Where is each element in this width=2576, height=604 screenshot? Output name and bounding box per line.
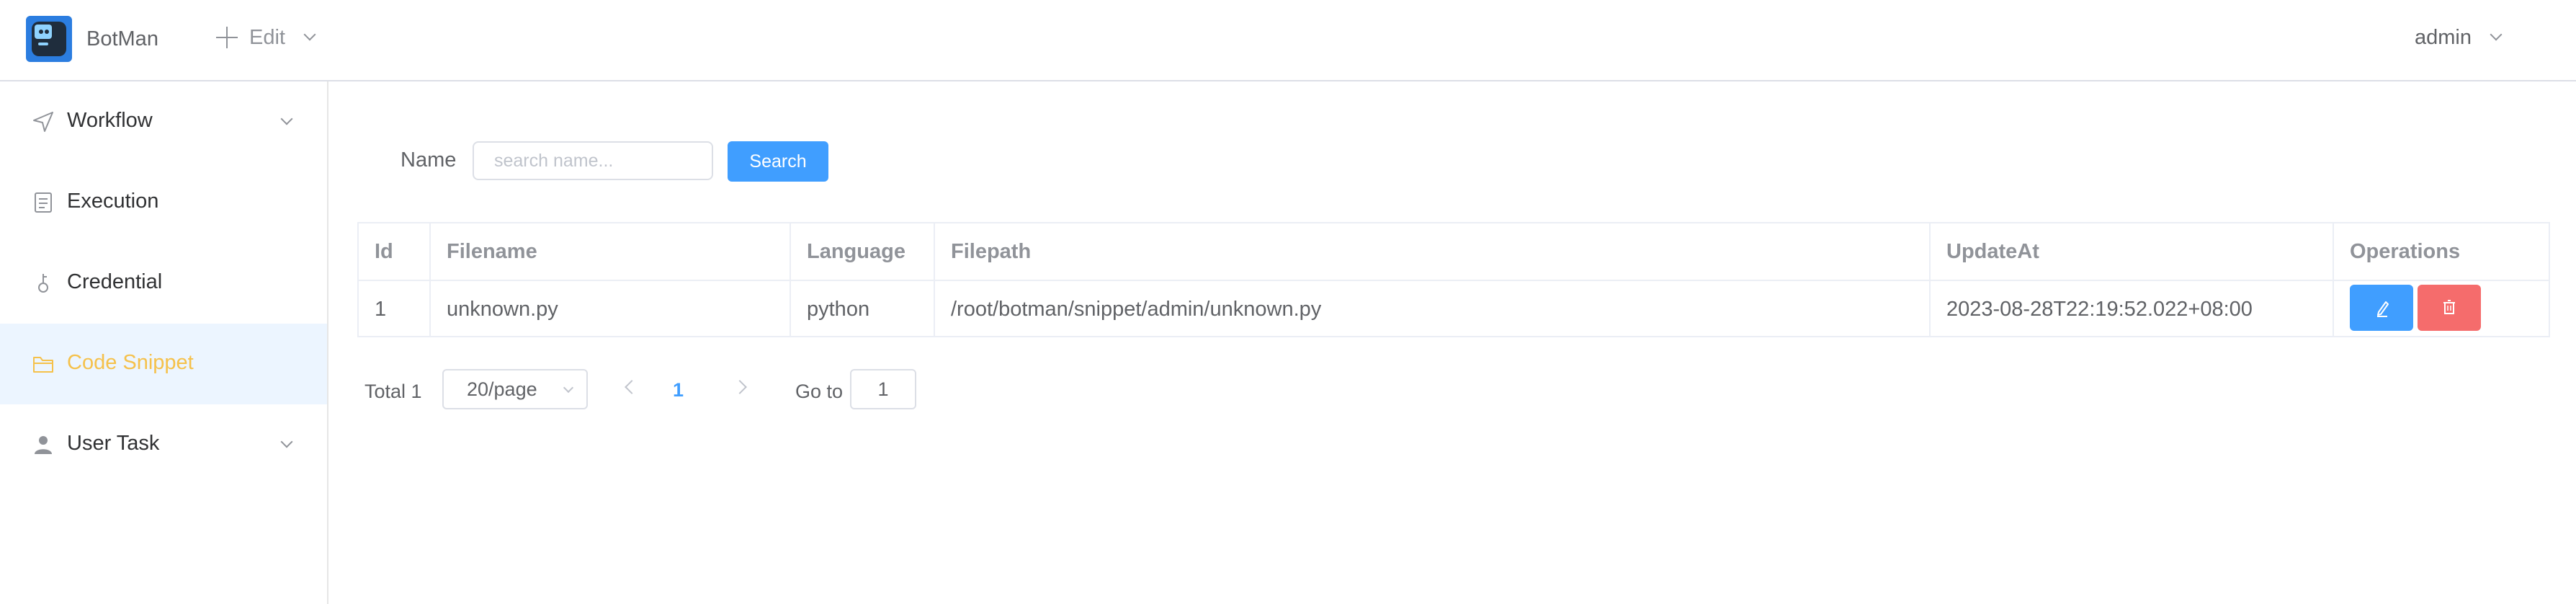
cell-filepath: /root/botman/snippet/admin/unknown.py bbox=[935, 281, 1931, 337]
username: admin bbox=[2415, 25, 2472, 49]
edit-button[interactable] bbox=[2350, 285, 2413, 331]
column-header-filepath: Filepath bbox=[935, 223, 1931, 280]
sidebar-item-label: Credential bbox=[67, 270, 163, 293]
user-menu[interactable]: admin bbox=[2415, 22, 2503, 53]
next-page-button[interactable] bbox=[733, 380, 747, 394]
plus-icon bbox=[216, 27, 238, 48]
chevron-down-icon bbox=[280, 435, 293, 448]
send-icon bbox=[33, 112, 53, 132]
sidebar-item-code-snippet[interactable]: Code Snippet bbox=[0, 324, 327, 404]
folder-icon bbox=[33, 357, 53, 373]
table-header-row: Id Filename Language Filepath UpdateAt O… bbox=[359, 223, 2549, 281]
cell-language: python bbox=[791, 281, 935, 337]
document-icon bbox=[35, 192, 52, 213]
page-size-value: 20/page bbox=[467, 378, 537, 400]
sidebar-item-workflow[interactable]: Workflow bbox=[0, 81, 327, 162]
column-header-language: Language bbox=[791, 223, 935, 280]
goto-page-input[interactable] bbox=[850, 369, 916, 409]
edit-menu[interactable]: Edit bbox=[216, 22, 316, 53]
chevron-down-icon bbox=[280, 112, 293, 125]
robot-logo-icon[interactable] bbox=[26, 16, 72, 62]
table-row: 1 unknown.py python /root/botman/snippet… bbox=[359, 281, 2549, 339]
sidebar-item-label: Code Snippet bbox=[67, 351, 194, 374]
cell-id: 1 bbox=[359, 281, 431, 337]
sidebar-item-label: Execution bbox=[67, 190, 159, 213]
sidebar-item-execution[interactable]: Execution bbox=[0, 162, 327, 243]
chevron-down-icon bbox=[2490, 28, 2503, 41]
snippet-table: Id Filename Language Filepath UpdateAt O… bbox=[357, 222, 2550, 337]
user-icon bbox=[35, 436, 52, 454]
trash-icon bbox=[2443, 300, 2455, 314]
key-icon bbox=[38, 274, 48, 293]
cell-update-at: 2023-08-28T22:19:52.022+08:00 bbox=[1931, 281, 2334, 337]
sidebar-item-credential[interactable]: Credential bbox=[0, 243, 327, 324]
page-number-current[interactable]: 1 bbox=[673, 379, 684, 401]
name-filter-label: Name bbox=[401, 148, 457, 172]
prev-page-button[interactable] bbox=[625, 380, 639, 394]
column-header-id: Id bbox=[359, 223, 431, 280]
sidebar: Workflow Execution Credential Code Snipp… bbox=[0, 81, 328, 604]
chevron-down-icon bbox=[563, 382, 574, 394]
delete-button[interactable] bbox=[2418, 285, 2481, 331]
top-header: BotMan Edit admin bbox=[0, 0, 2576, 81]
column-header-filename: Filename bbox=[431, 223, 791, 280]
cell-filename: unknown.py bbox=[431, 281, 791, 337]
brand-name: BotMan bbox=[86, 27, 158, 50]
search-input[interactable] bbox=[473, 141, 713, 180]
goto-label: Go to bbox=[795, 381, 844, 402]
column-header-updateat: UpdateAt bbox=[1931, 223, 2334, 280]
search-button[interactable]: Search bbox=[728, 141, 828, 182]
pencil-icon bbox=[2377, 301, 2389, 317]
sidebar-item-label: Workflow bbox=[67, 109, 153, 132]
chevron-down-icon bbox=[303, 28, 316, 41]
column-header-operations: Operations bbox=[2350, 239, 2461, 263]
sidebar-item-user-task[interactable]: User Task bbox=[0, 404, 327, 485]
page-size-select[interactable]: 20/page bbox=[442, 369, 588, 409]
sidebar-item-label: User Task bbox=[67, 432, 160, 455]
edit-menu-label: Edit bbox=[249, 25, 285, 49]
pagination-total: Total 1 bbox=[365, 381, 422, 402]
